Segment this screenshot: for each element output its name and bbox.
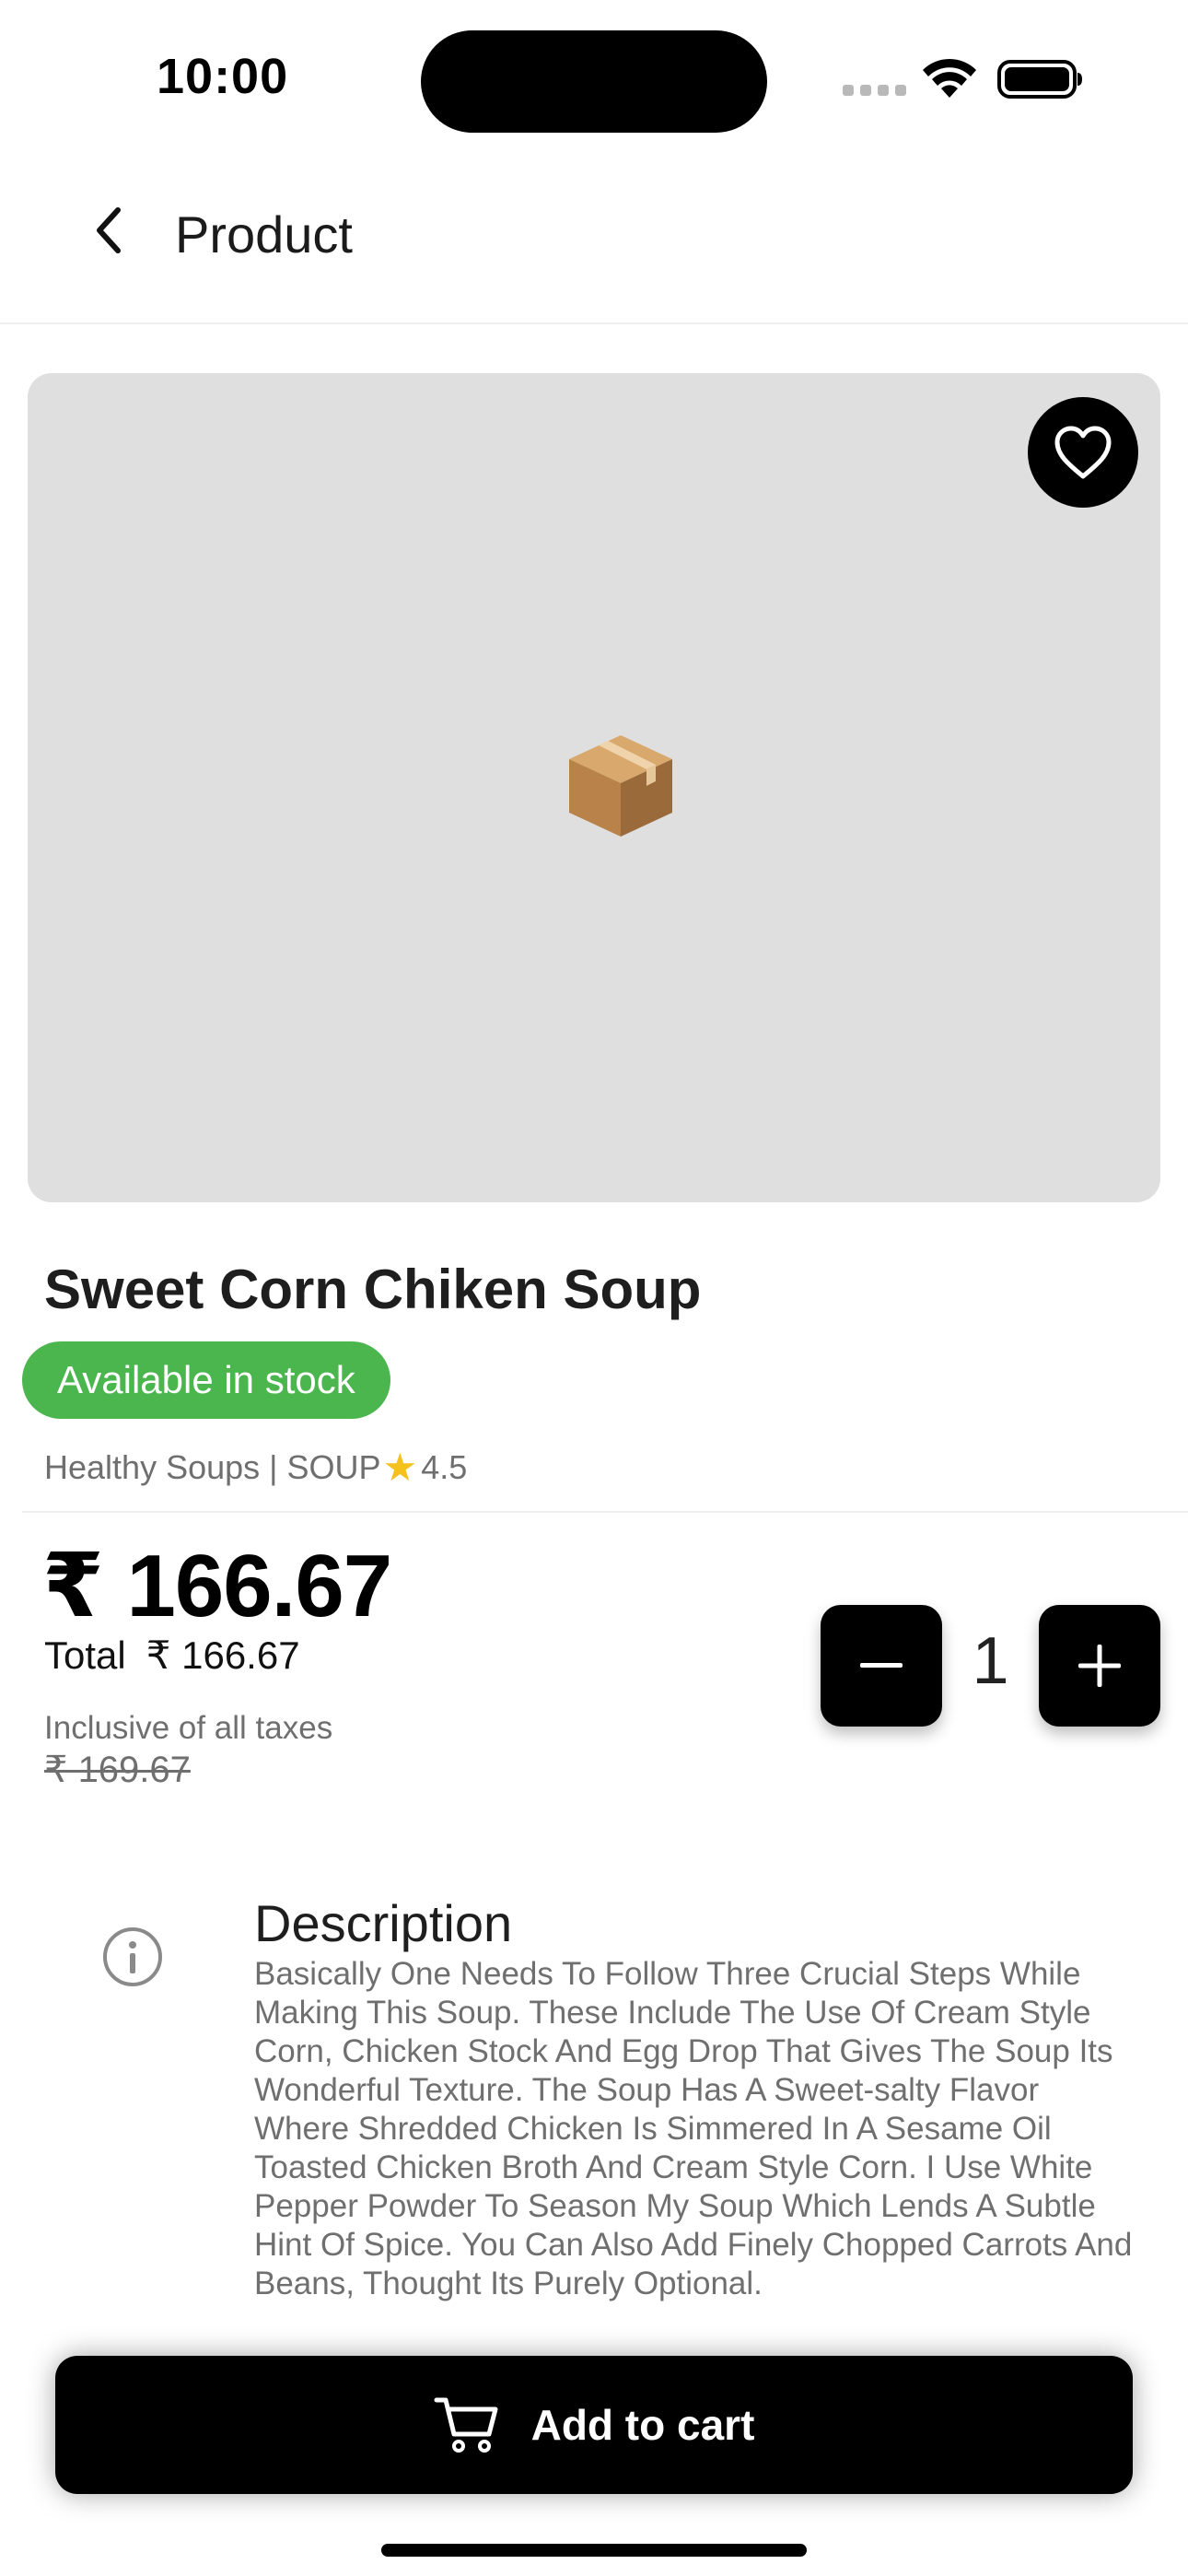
info-icon bbox=[103, 1927, 162, 1986]
tax-note: Inclusive of all taxes bbox=[44, 1710, 333, 1746]
divider bbox=[22, 1511, 1188, 1513]
quantity-decrement-button[interactable] bbox=[821, 1605, 942, 1727]
description-title: Description bbox=[254, 1894, 513, 1952]
heart-icon bbox=[1054, 426, 1112, 479]
total-line: Total ₹ 166.67 bbox=[44, 1633, 300, 1678]
total-label: Total bbox=[44, 1633, 126, 1677]
favorite-button[interactable] bbox=[1028, 397, 1138, 508]
cellular-signal-icon bbox=[843, 85, 906, 96]
cart-icon bbox=[434, 2397, 498, 2453]
description-body: Basically One Needs To Follow Three Cruc… bbox=[254, 1956, 1133, 2301]
quantity-increment-button[interactable] bbox=[1039, 1605, 1160, 1727]
home-indicator[interactable] bbox=[381, 2544, 807, 2557]
product-price: ₹ 166.67 bbox=[42, 1537, 392, 1635]
star-icon: ★ bbox=[382, 1446, 418, 1489]
add-to-cart-label: Add to cart bbox=[530, 2401, 755, 2449]
wifi-icon bbox=[923, 58, 976, 98]
product-category: Healthy Soups | SOUP bbox=[44, 1448, 381, 1486]
status-time: 10:00 bbox=[157, 49, 289, 104]
product-name: Sweet Corn Chiken Soup bbox=[44, 1259, 702, 1320]
status-bar: 10:00 bbox=[0, 0, 1188, 157]
original-price: ₹ 169.67 bbox=[44, 1750, 191, 1790]
dynamic-island bbox=[421, 30, 767, 133]
total-value: ₹ 166.67 bbox=[146, 1633, 300, 1677]
product-rating: 4.5 bbox=[421, 1448, 468, 1486]
product-meta: Healthy Soups | SOUP ★ 4.5 bbox=[44, 1448, 467, 1487]
minus-icon bbox=[860, 1663, 903, 1668]
back-button[interactable] bbox=[74, 195, 144, 265]
app-header: Product bbox=[0, 157, 1188, 324]
plus-icon bbox=[1078, 1645, 1121, 1687]
quantity-value: 1 bbox=[972, 1624, 1009, 1698]
product-image bbox=[28, 373, 1160, 1202]
chevron-left-icon bbox=[97, 207, 121, 253]
add-to-cart-button[interactable]: Add to cart bbox=[55, 2356, 1133, 2494]
stock-status-badge: Available in stock bbox=[22, 1341, 390, 1419]
page-title: Product bbox=[175, 205, 353, 263]
battery-icon bbox=[997, 60, 1082, 99]
package-box-icon bbox=[569, 735, 672, 837]
